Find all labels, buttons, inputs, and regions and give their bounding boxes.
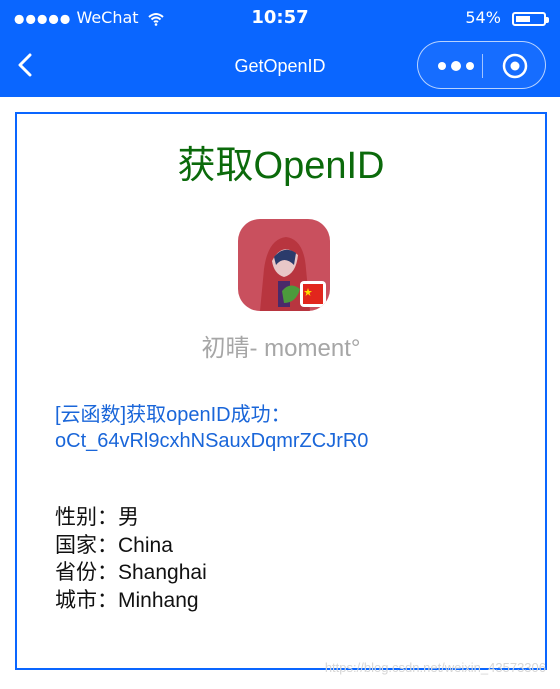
user-gender: 性别：男	[55, 506, 139, 529]
more-dots-icon[interactable]	[436, 57, 476, 75]
user-nickname: 初晴- moment°	[201, 335, 361, 362]
avatar-image	[238, 219, 330, 311]
openid-value: oCt_64vRl9cxhNSauxDqmrZCJrR0	[55, 430, 369, 452]
battery-level	[516, 15, 530, 22]
user-country: 国家：China	[55, 533, 173, 557]
watermark: https://blog.csdn.net/weixin_43573306	[324, 660, 546, 675]
cloud-result-label: [云函数]获取openID成功：	[55, 404, 291, 426]
mini-program-screen: ●●●●● WeChat 10:57 54% GetOpenID 获取OpenI…	[0, 0, 560, 689]
capsule-menu	[417, 41, 546, 89]
battery-icon	[512, 11, 549, 26]
top-navigation-bar: ●●●●● WeChat 10:57 54% GetOpenID	[0, 0, 560, 97]
user-province: 省份：Shanghai	[55, 561, 207, 584]
avatar	[238, 219, 330, 311]
cloud-function-result: [云函数]获取openID成功： oCt_64vRl9cxhNSauxDqmrZ…	[55, 402, 515, 454]
page-heading: 获取OpenID	[177, 145, 385, 187]
user-city: 城市：Minhang	[55, 588, 199, 612]
target-circle-icon[interactable]	[502, 53, 528, 79]
user-info-list: 性别：男 国家：China 省份：Shanghai 城市：Minhang	[55, 504, 475, 614]
status-battery: 54%	[465, 6, 549, 30]
content-panel: 获取OpenID 初晴- moment° [云函数]获取openID成功： oC…	[15, 112, 547, 670]
capsule-divider	[482, 54, 483, 78]
battery-percent: 54%	[465, 8, 501, 27]
